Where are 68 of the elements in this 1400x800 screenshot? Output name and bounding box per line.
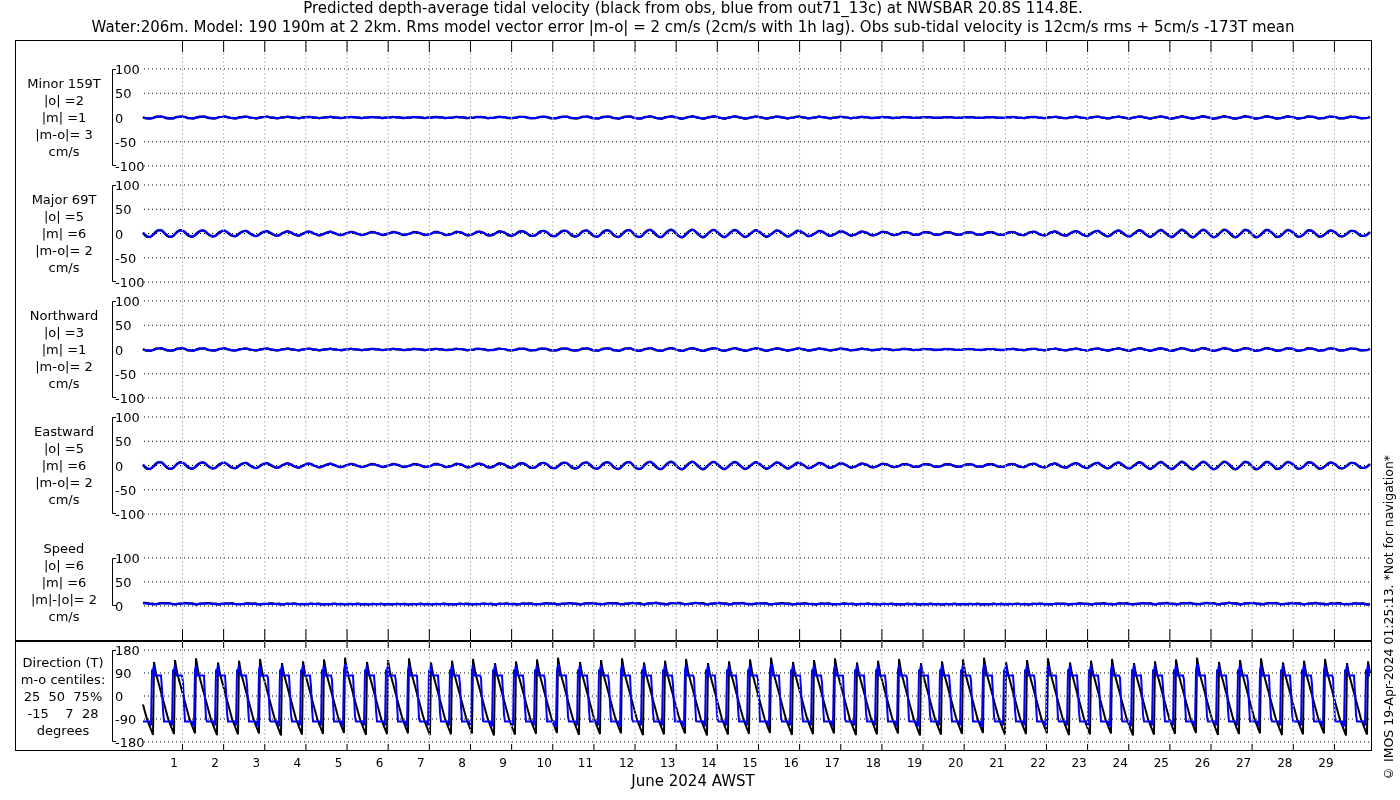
- y-tick-label: 50: [115, 86, 132, 102]
- panel-label: Speed |o| =6 |m| =6 |m|-|o|= 2 cm/s: [29, 539, 99, 625]
- y-tick-label: 100: [115, 294, 140, 309]
- x-tick-label: 11: [577, 756, 594, 770]
- y-axis-line: [112, 558, 117, 606]
- y-tick-label: 50: [115, 575, 132, 590]
- x-tick-label: 8: [458, 756, 466, 770]
- x-tick-label: 23: [1071, 756, 1087, 770]
- x-tick-label: 20: [948, 756, 964, 770]
- y-tick-label: 50: [115, 202, 132, 218]
- y-tick-label: 100: [115, 178, 140, 193]
- x-axis-title: June 2024 AWST: [631, 772, 755, 790]
- x-tick-label: 25: [1153, 756, 1169, 770]
- y-tick-label: 50: [115, 318, 132, 334]
- y-tick-label: 100: [115, 410, 140, 425]
- x-tick-label: 19: [906, 756, 923, 770]
- y-tick-label: 0: [115, 689, 124, 704]
- x-tick-label: 14: [701, 756, 717, 770]
- y-tick-label: -100: [115, 507, 145, 522]
- y-tick-label: -50: [115, 134, 137, 150]
- panel-label: Minor 159T |o| =2 |m| =1 |m-o|= 3 cm/s: [26, 75, 102, 160]
- y-tick-label: 100: [115, 551, 140, 566]
- x-tick-label: 18: [865, 756, 881, 770]
- y-tick-label: -100: [115, 391, 145, 406]
- panel-label: Major 69T |o| =5 |m| =6 |m-o|= 2 cm/s: [30, 191, 98, 276]
- x-tick-label: 10: [536, 756, 552, 770]
- y-tick-label: 0: [115, 599, 124, 614]
- y-tick-label: 100: [115, 62, 140, 77]
- x-tick-label: 29: [1318, 756, 1334, 770]
- y-tick-label: 180: [115, 643, 140, 658]
- y-tick-label: -50: [115, 250, 137, 266]
- y-tick-label: 0: [115, 226, 124, 242]
- y-tick-label: -50: [115, 482, 137, 498]
- y-tick-label: 50: [115, 434, 132, 450]
- x-tick-label: 1: [170, 756, 178, 770]
- y-tick-label: 0: [115, 458, 124, 474]
- y-tick-label: 0: [115, 110, 124, 126]
- x-tick-label: 13: [660, 756, 676, 770]
- y-tick-label: -50: [115, 366, 137, 382]
- chart-title: Water:206m. Model: 190 190m at 2 2km. Rms model vector error |m-o| = 2 cm/s (2cm/s with 1h lag). Obs sub-tidal velocity is 12cm/s rms + 5cm/s -173T mean: [90, 18, 1296, 37]
- x-tick-label: 6: [375, 756, 384, 770]
- chart-title: Predicted depth-average tidal velocity (black from obs, blue from out71_13c) at NWSBAR 20.8S 114.8E.: [302, 0, 1084, 18]
- x-tick-label: 28: [1277, 756, 1293, 770]
- x-tick-label: 2: [211, 756, 219, 770]
- x-tick-label: 5: [334, 756, 343, 770]
- y-tick-label: 90: [115, 666, 132, 681]
- panel-label: Eastward |o| =5 |m| =6 |m-o|= 2 cm/s: [33, 423, 95, 508]
- x-tick-label: 22: [1030, 756, 1046, 770]
- x-tick-label: 15: [742, 756, 758, 770]
- credit-text: © IMOS 19-Apr-2024 01:25:13. *Not for navigation*: [1381, 453, 1396, 781]
- x-tick-label: 3: [252, 756, 261, 770]
- y-tick-label: -100: [115, 159, 145, 174]
- y-tick-label: -180: [115, 735, 145, 750]
- x-tick-label: 4: [293, 756, 302, 770]
- panel-label: Northward |o| =3 |m| =1 |m-o|= 2 cm/s: [28, 307, 100, 392]
- y-tick-label: 0: [115, 342, 124, 358]
- y-tick-label: -100: [115, 275, 145, 290]
- x-tick-label: 9: [499, 756, 507, 770]
- x-tick-label: 7: [417, 756, 425, 770]
- panel-label: Direction (T) m-o centiles: 25 50 75% -15 7 28 degrees: [19, 653, 107, 739]
- x-tick-label: 16: [783, 756, 799, 770]
- x-tick-label: 27: [1236, 756, 1252, 770]
- x-tick-label: 26: [1194, 756, 1211, 770]
- x-tick-label: 12: [618, 756, 635, 770]
- x-tick-label: 21: [989, 756, 1005, 770]
- y-tick-label: -90: [115, 712, 137, 727]
- x-tick-label: 17: [824, 756, 840, 770]
- x-tick-label: 24: [1112, 756, 1128, 770]
